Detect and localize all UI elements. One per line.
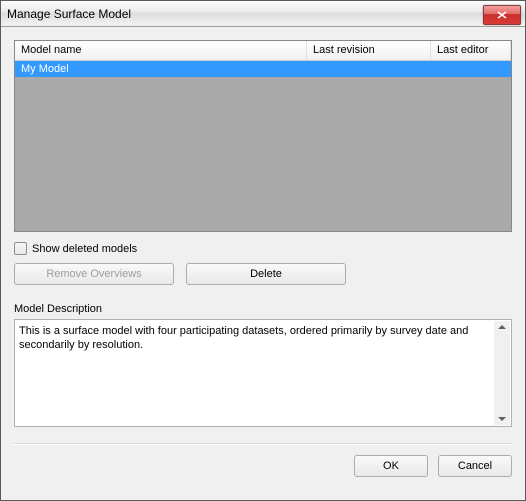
list-header: Model name Last revision Last editor bbox=[15, 41, 511, 61]
model-description-textarea[interactable]: This is a surface model with four partic… bbox=[14, 319, 512, 427]
titlebar: Manage Surface Model bbox=[1, 1, 525, 27]
model-description-text: This is a surface model with four partic… bbox=[19, 325, 468, 351]
show-deleted-checkbox[interactable] bbox=[14, 242, 27, 255]
delete-button[interactable]: Delete bbox=[186, 263, 346, 285]
separator bbox=[14, 443, 512, 445]
scroll-up-icon bbox=[498, 325, 506, 329]
model-list[interactable]: Model name Last revision Last editor My … bbox=[14, 40, 512, 232]
show-deleted-label: Show deleted models bbox=[32, 243, 137, 255]
show-deleted-row[interactable]: Show deleted models bbox=[14, 242, 512, 255]
ok-button[interactable]: OK bbox=[354, 455, 428, 477]
model-description-label: Model Description bbox=[14, 303, 512, 315]
client-area: Model name Last revision Last editor My … bbox=[1, 27, 525, 500]
col-header-last-revision[interactable]: Last revision bbox=[307, 41, 431, 60]
button-row: Remove Overviews Delete bbox=[14, 263, 512, 285]
col-header-last-editor[interactable]: Last editor bbox=[431, 41, 511, 60]
dialog-window: Manage Surface Model Model name Last rev… bbox=[0, 0, 526, 501]
description-scrollbar[interactable] bbox=[494, 321, 510, 425]
remove-overviews-button[interactable]: Remove Overviews bbox=[14, 263, 174, 285]
cell-model-name: My Model bbox=[15, 63, 307, 75]
list-row[interactable]: My Model bbox=[15, 61, 511, 77]
cancel-button[interactable]: Cancel bbox=[438, 455, 512, 477]
window-title: Manage Surface Model bbox=[7, 7, 483, 21]
scroll-down-icon bbox=[498, 417, 506, 421]
dialog-button-row: OK Cancel bbox=[14, 455, 512, 477]
close-button[interactable] bbox=[483, 5, 521, 25]
col-header-model-name[interactable]: Model name bbox=[15, 41, 307, 60]
close-icon bbox=[497, 11, 507, 19]
